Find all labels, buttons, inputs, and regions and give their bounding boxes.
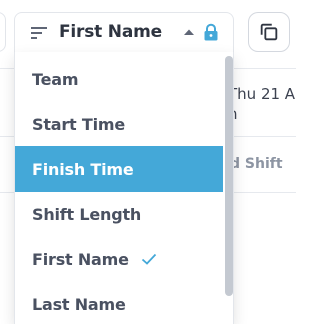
sort-lines-icon [31, 27, 47, 39]
option-start-time[interactable]: Start Time [15, 101, 223, 147]
option-last-name[interactable]: Last Name [15, 281, 223, 324]
option-first-name[interactable]: First Name [15, 236, 223, 282]
option-label: Team [32, 69, 79, 89]
sort-by-value: First Name [59, 22, 162, 42]
dropdown-scrollbar[interactable] [223, 52, 233, 324]
option-finish-time[interactable]: Finish Time [15, 146, 223, 192]
sort-options-dropdown: Team Start Time Finish Time Shift Length… [14, 52, 234, 324]
option-label: Last Name [32, 294, 126, 314]
option-shift-length[interactable]: Shift Length [15, 191, 223, 237]
sort-by-select[interactable]: First Name [14, 12, 234, 52]
day-column-header: Thu 21 A h [228, 85, 296, 123]
copy-icon [260, 23, 278, 41]
checkmark-icon [141, 253, 156, 265]
option-label: Start Time [32, 114, 126, 134]
option-label: Finish Time [32, 159, 134, 179]
option-label: Shift Length [32, 204, 142, 224]
page: Thu 21 A h d Shift First Name Team [0, 0, 296, 324]
background-control [0, 12, 6, 52]
lock-icon[interactable] [203, 23, 219, 41]
option-team[interactable]: Team [15, 56, 223, 102]
scrollbar-thumb[interactable] [225, 56, 233, 296]
shift-row-label: d Shift [230, 156, 283, 172]
caret-up-icon[interactable] [183, 28, 195, 36]
option-label: First Name [32, 249, 129, 269]
copy-button[interactable] [248, 12, 290, 52]
